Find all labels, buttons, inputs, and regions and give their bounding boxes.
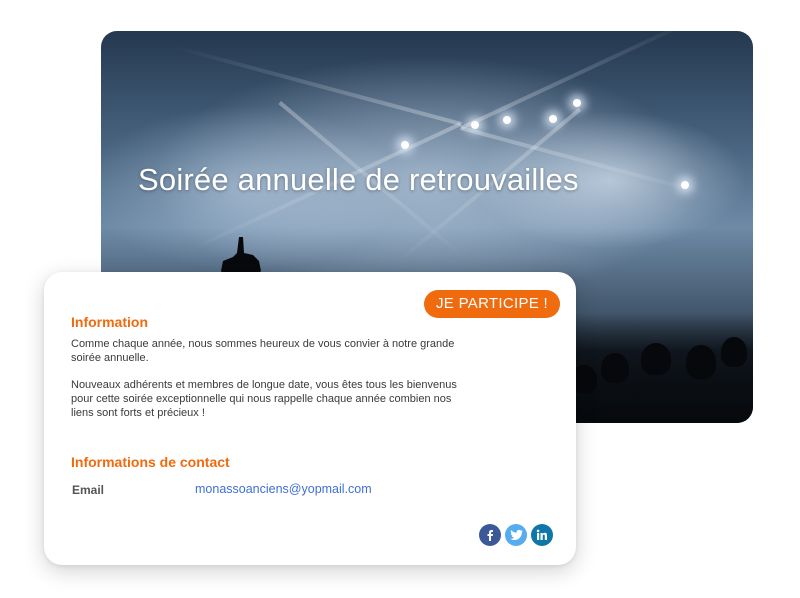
email-label: Email [72, 483, 105, 497]
crowd-head [686, 345, 716, 379]
stage-light [401, 141, 409, 149]
email-link[interactable]: monassoanciens@yopmail.com [195, 482, 372, 496]
light-beam [461, 31, 699, 130]
stage-light [503, 116, 511, 124]
facebook-share-button[interactable] [479, 524, 501, 546]
crowd-head [721, 337, 747, 367]
twitter-icon [509, 529, 523, 540]
info-paragraph-2: Nouveaux adhérents et membres de longue … [71, 379, 457, 419]
stage-light [549, 115, 557, 123]
linkedin-icon [536, 529, 547, 540]
stage-light [471, 121, 479, 129]
twitter-share-button[interactable] [505, 524, 527, 546]
contact-heading: Informations de contact [71, 454, 230, 470]
event-title: Soirée annuelle de retrouvailles [138, 162, 579, 197]
crowd-head [601, 353, 629, 383]
information-heading: Information [71, 314, 148, 330]
crowd-head [641, 343, 671, 375]
info-paragraph-1: Comme chaque année, nous sommes heureux … [71, 338, 455, 364]
participate-button[interactable]: JE PARTICIPE ! [424, 290, 561, 318]
light-beam [171, 44, 463, 126]
event-info-card: JE PARTICIPE ! Information Comme chaque … [44, 272, 576, 565]
raised-hand-silhouette [221, 237, 261, 277]
stage-light [573, 99, 581, 107]
facebook-icon [487, 530, 493, 541]
stage-light [681, 181, 689, 189]
linkedin-share-button[interactable] [531, 524, 553, 546]
